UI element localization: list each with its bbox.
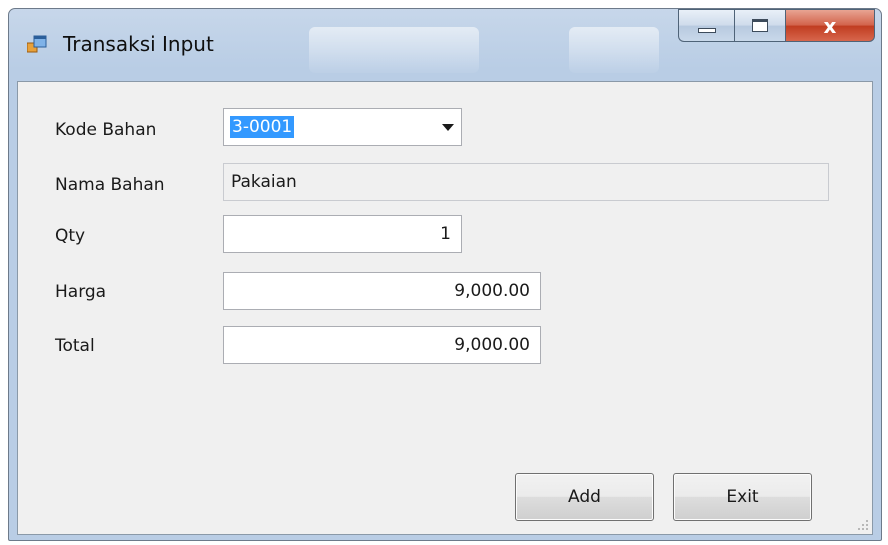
kode-bahan-combobox[interactable]: 3-0001 — [223, 108, 462, 146]
kode-bahan-label: Kode Bahan — [55, 120, 157, 140]
harga-value: 9,000.00 — [454, 281, 530, 301]
form-client-area: Kode Bahan 3-0001 Nama Bahan Pakaian Qty… — [17, 81, 873, 535]
add-button[interactable]: Add — [515, 473, 654, 521]
harga-input[interactable]: 9,000.00 — [223, 272, 541, 310]
title-bar[interactable]: Transaksi Input x — [9, 9, 881, 81]
qty-value: 1 — [440, 224, 451, 244]
window-title: Transaksi Input — [63, 32, 214, 56]
minimize-button[interactable] — [678, 9, 734, 42]
nama-bahan-label: Nama Bahan — [55, 175, 165, 195]
qty-label: Qty — [55, 226, 86, 246]
nama-bahan-value: Pakaian — [231, 172, 297, 192]
maximize-button[interactable] — [734, 9, 786, 42]
exit-button[interactable]: Exit — [673, 473, 812, 521]
qty-input[interactable]: 1 — [223, 215, 462, 253]
close-button[interactable]: x — [786, 9, 875, 42]
chevron-down-icon[interactable] — [437, 109, 459, 145]
close-icon: x — [823, 13, 837, 38]
kode-bahan-value: 3-0001 — [230, 116, 295, 138]
app-window: Transaksi Input x Kode Bahan 3-0001 Nama… — [8, 8, 882, 541]
total-label: Total — [55, 336, 95, 356]
nama-bahan-field: Pakaian — [223, 163, 829, 201]
maximize-icon — [752, 19, 768, 32]
app-icon — [27, 35, 47, 53]
title-bar-glare — [309, 27, 479, 73]
total-value: 9,000.00 — [454, 335, 530, 355]
total-input[interactable]: 9,000.00 — [223, 326, 541, 364]
minimize-icon — [697, 28, 716, 33]
resize-grip-icon[interactable] — [858, 520, 868, 530]
harga-label: Harga — [55, 282, 107, 302]
title-bar-glare — [569, 27, 659, 73]
